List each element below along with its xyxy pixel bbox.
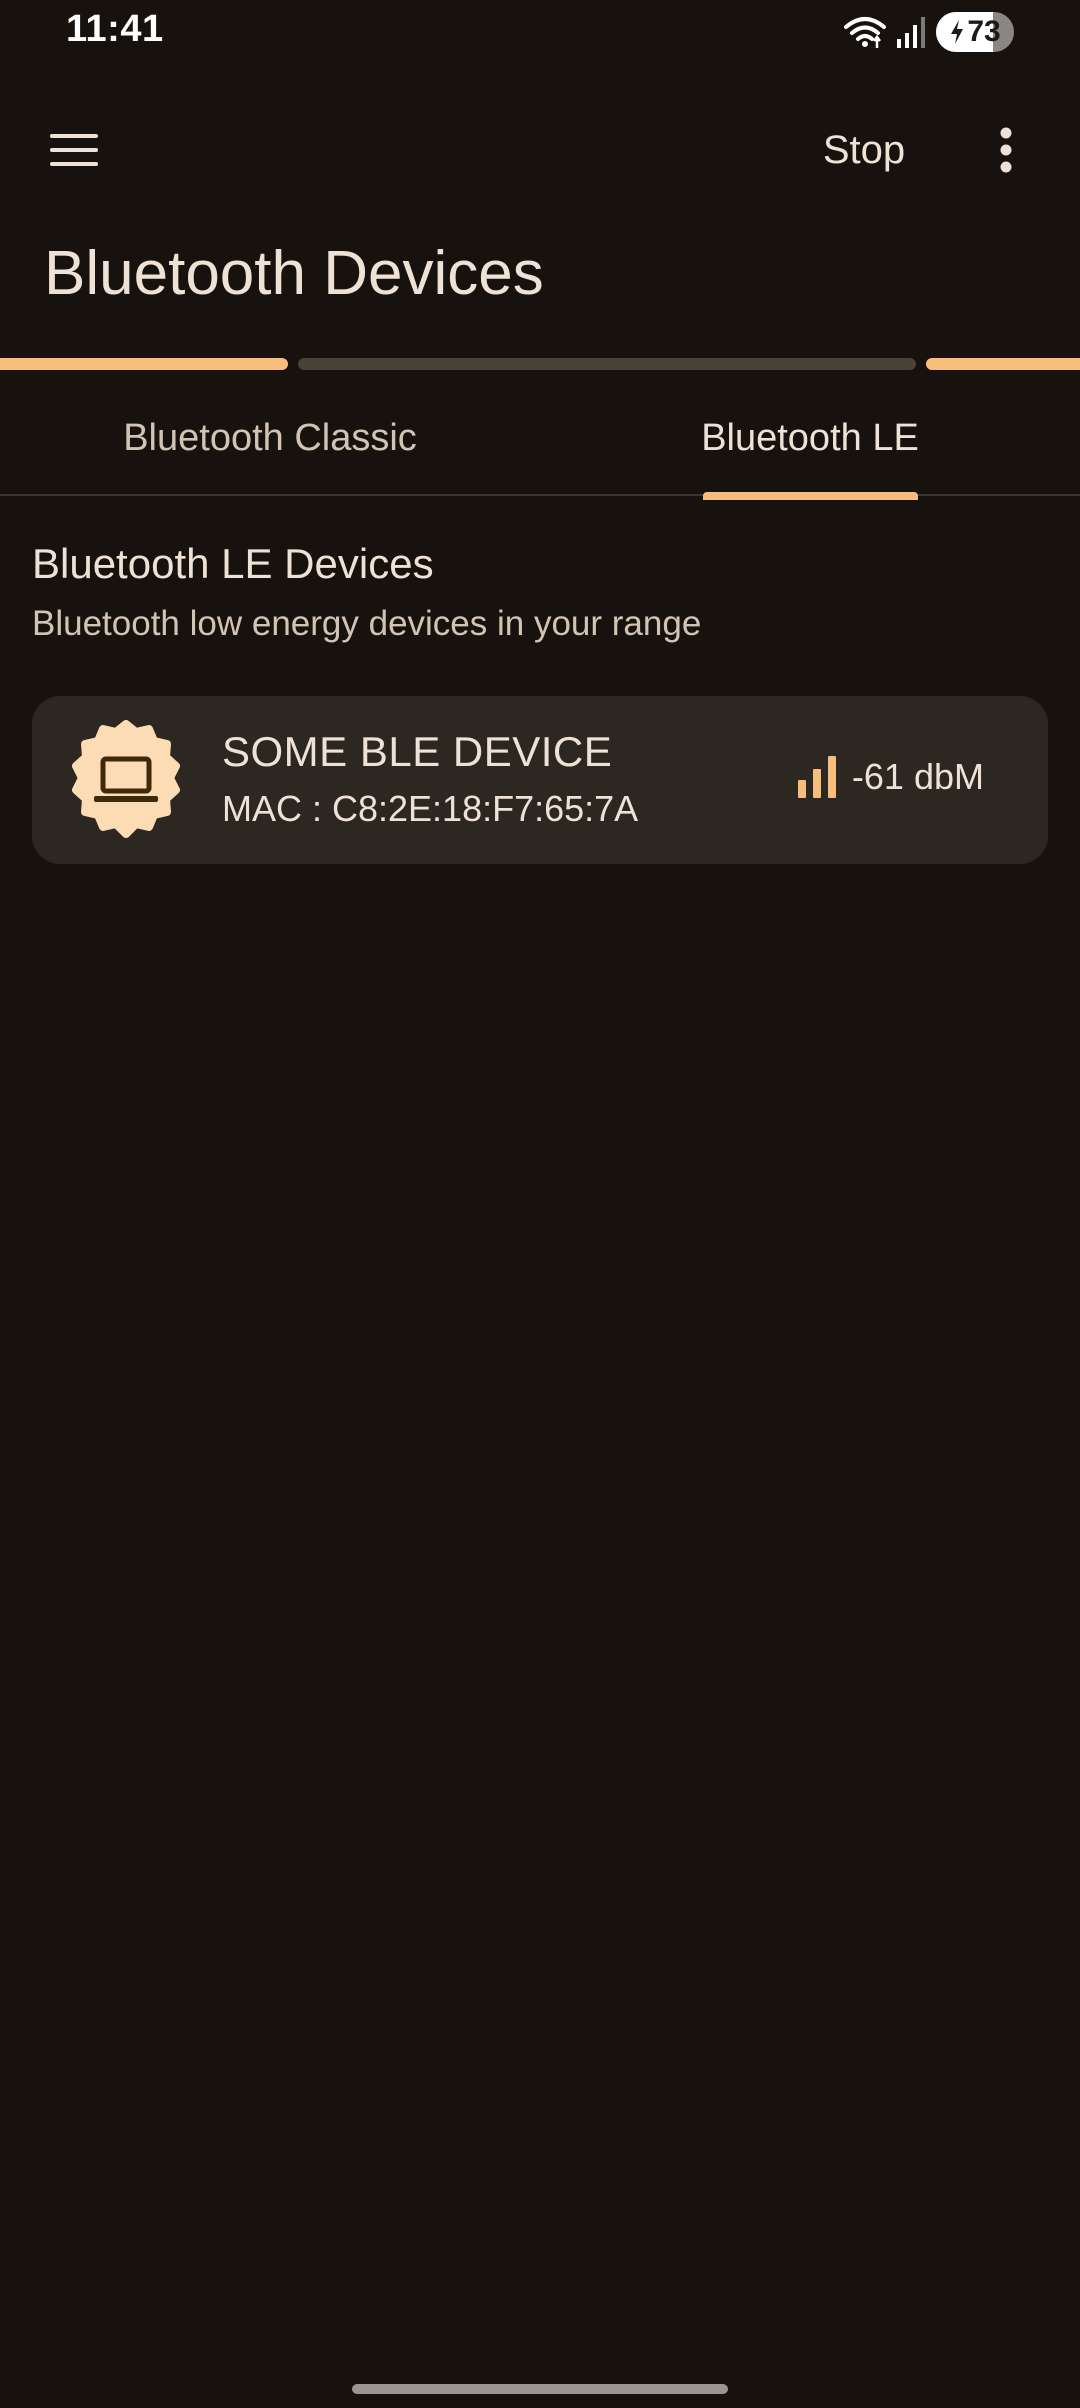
progress-active-segment <box>0 358 288 370</box>
selected-tab-indicator <box>703 492 918 500</box>
status-time: 11:41 <box>66 8 164 50</box>
battery-indicator: 73 <box>936 12 1014 52</box>
battery-charging-icon <box>951 20 964 44</box>
tab-bluetooth-le[interactable]: Bluetooth LE <box>540 382 1080 494</box>
stop-button[interactable]: Stop <box>800 118 928 182</box>
device-card[interactable]: SOME BLE DEVICE MAC : C8:2E:18:F7:65:7A … <box>32 696 1048 864</box>
section-subtitle: Bluetooth low energy devices in your ran… <box>32 604 702 643</box>
signal-bars-icon <box>797 756 836 798</box>
device-rssi: -61 dbM <box>797 756 984 798</box>
device-name: SOME BLE DEVICE <box>222 728 613 775</box>
scan-progress-indicator <box>0 358 1080 370</box>
tab-bar: Bluetooth Classic Bluetooth LE <box>0 382 1080 496</box>
hamburger-menu-icon <box>50 134 98 166</box>
cellular-signal-icon <box>897 17 925 48</box>
progress-track <box>298 358 916 370</box>
status-bar: 11:41 73 <box>0 0 1080 64</box>
overflow-menu-button[interactable] <box>970 100 1042 200</box>
more-vert-icon <box>1000 127 1012 173</box>
status-icons: 73 <box>844 10 1014 54</box>
section-title: Bluetooth LE Devices <box>32 540 434 587</box>
device-avatar <box>72 720 180 838</box>
wifi-icon <box>844 17 886 48</box>
device-rssi-value: -61 dbM <box>851 756 984 797</box>
page-title: Bluetooth Devices <box>44 239 544 308</box>
gesture-navigation-bar[interactable] <box>352 2384 728 2394</box>
progress-active-segment <box>926 358 1080 370</box>
battery-level: 73 <box>967 15 1001 48</box>
menu-button[interactable] <box>28 100 120 200</box>
tab-bluetooth-classic[interactable]: Bluetooth Classic <box>0 382 540 494</box>
top-app-bar: Stop <box>0 100 1080 200</box>
device-mac-address: MAC : C8:2E:18:F7:65:7A <box>222 788 639 829</box>
